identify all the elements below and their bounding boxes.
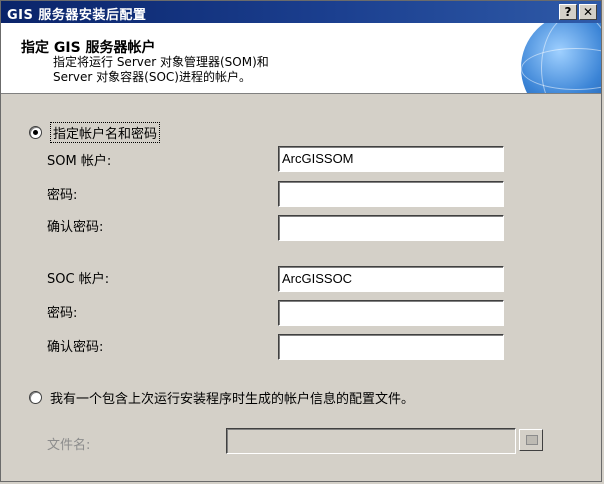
soc-account-label: SOC 帐户:	[47, 272, 110, 287]
soc-confirm-password-input[interactable]	[278, 334, 504, 360]
description-line-2: Server 对象容器(SOC)进程的帐户。	[53, 70, 251, 84]
form-area: 指定帐户名和密码 SOM 帐户: ArcGISSOM 密码: 确认密码: SOC…	[1, 94, 601, 482]
file-name-label: 文件名:	[47, 438, 91, 453]
som-confirm-password-input[interactable]	[278, 215, 504, 241]
soc-account-input[interactable]: ArcGISSOC	[278, 266, 504, 292]
specify-account-option[interactable]: 指定帐户名和密码	[29, 122, 161, 143]
som-account-input[interactable]: ArcGISSOM	[278, 146, 504, 172]
config-file-label[interactable]: 我有一个包含上次运行安装程序时生成的帐户信息的配置文件。	[50, 388, 414, 407]
config-file-option[interactable]: 我有一个包含上次运行安装程序时生成的帐户信息的配置文件。	[29, 388, 414, 407]
soc-password-input[interactable]	[278, 300, 504, 326]
description-line-1: 指定将运行 Server 对象管理器(SOM)和	[53, 55, 269, 69]
som-password-input[interactable]	[278, 181, 504, 207]
som-password-label: 密码:	[47, 188, 78, 203]
specify-account-radio[interactable]	[29, 126, 42, 139]
som-account-label: SOM 帐户:	[47, 154, 112, 169]
soc-confirm-password-label: 确认密码:	[47, 340, 104, 355]
help-button[interactable]: ?	[559, 4, 577, 20]
specify-account-label[interactable]: 指定帐户名和密码	[50, 122, 161, 143]
file-name-input[interactable]	[226, 428, 516, 454]
soc-password-label: 密码:	[47, 306, 78, 321]
som-confirm-password-label: 确认密码:	[47, 220, 104, 235]
close-button[interactable]: ✕	[579, 4, 597, 20]
window-title: GIS 服务器安装后配置	[7, 8, 147, 23]
title-bar[interactable]: GIS 服务器安装后配置 ? ✕	[1, 1, 601, 23]
dialog-window: GIS 服务器安装后配置 ? ✕ 指定 GIS 服务器帐户 指定将运行 Serv…	[0, 0, 602, 482]
config-file-radio[interactable]	[29, 391, 42, 404]
page-description: 指定将运行 Server 对象管理器(SOM)和 Server 对象容器(SOC…	[53, 55, 269, 85]
folder-icon	[526, 435, 538, 445]
wizard-header: 指定 GIS 服务器帐户 指定将运行 Server 对象管理器(SOM)和 Se…	[1, 23, 601, 94]
page-title: 指定 GIS 服务器帐户	[21, 40, 156, 56]
browse-button[interactable]	[519, 429, 543, 451]
globe-icon	[521, 23, 601, 93]
